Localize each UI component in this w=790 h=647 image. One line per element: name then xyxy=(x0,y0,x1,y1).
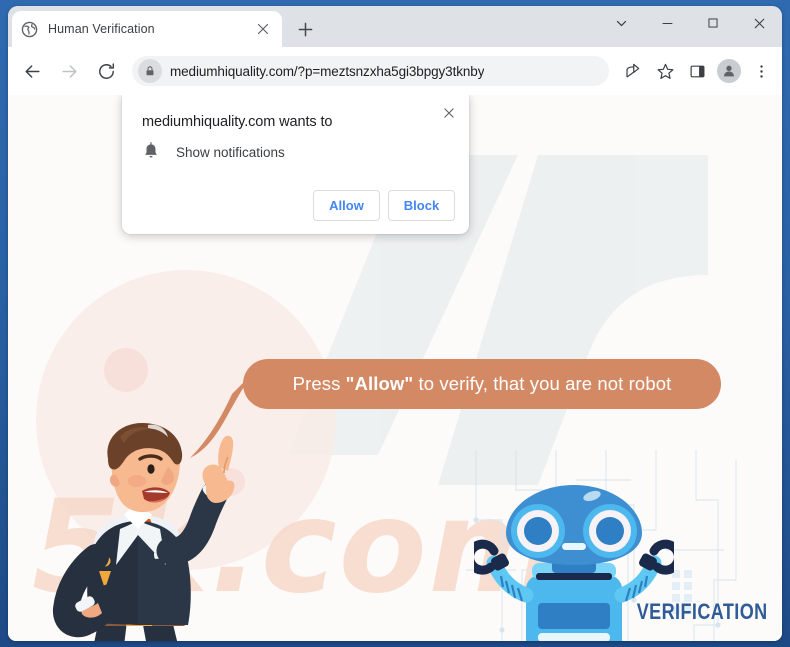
permission-actions: Allow Block xyxy=(313,190,455,221)
side-panel-icon[interactable] xyxy=(683,57,711,85)
maximize-icon[interactable] xyxy=(690,6,736,40)
tab-strip: Human Verification xyxy=(8,6,782,47)
permission-request-label: Show notifications xyxy=(176,144,285,160)
permission-request-row: Show notifications xyxy=(142,142,285,162)
browser-tab[interactable]: Human Verification xyxy=(12,11,282,47)
avatar xyxy=(717,59,741,83)
share-icon[interactable] xyxy=(619,57,647,85)
screen: Human Verification mediumhiquality.com/?… xyxy=(0,0,790,647)
tab-title: Human Verification xyxy=(48,22,155,36)
close-window-icon[interactable] xyxy=(736,6,782,40)
back-button[interactable] xyxy=(17,56,47,86)
permission-title: mediumhiquality.com wants to xyxy=(142,114,333,130)
allow-button[interactable]: Allow xyxy=(313,190,380,221)
close-tab-icon[interactable] xyxy=(253,19,273,39)
reload-button[interactable] xyxy=(91,56,121,86)
bubble-prefix: Press xyxy=(292,373,346,394)
bookmark-star-icon[interactable] xyxy=(651,57,679,85)
verification-wordmark: VERIFICATION xyxy=(637,599,768,624)
address-bar[interactable]: mediumhiquality.com/?p=meztsnzxha5gi3bpg… xyxy=(132,56,609,86)
bubble-emphasis: "Allow" xyxy=(345,373,414,394)
minimize-icon[interactable] xyxy=(644,6,690,40)
block-button[interactable]: Block xyxy=(388,190,455,221)
browser-window: Human Verification mediumhiquality.com/?… xyxy=(8,6,782,641)
speech-bubble: Press "Allow" to verify, that you are no… xyxy=(243,359,721,409)
tab-search-chevron-down-icon[interactable] xyxy=(598,6,644,40)
close-icon[interactable] xyxy=(437,101,461,125)
url-text[interactable]: mediumhiquality.com/?p=meztsnzxha5gi3bpg… xyxy=(170,64,484,79)
new-tab-button[interactable] xyxy=(292,16,318,42)
speech-bubble-text: Press "Allow" to verify, that you are no… xyxy=(293,373,672,395)
bell-icon xyxy=(142,142,160,162)
notification-permission-popup: mediumhiquality.com wants to Show notifi… xyxy=(122,95,469,234)
window-controls xyxy=(598,6,782,47)
bubble-suffix: to verify, that you are not robot xyxy=(413,373,672,394)
three-dot-menu-icon[interactable] xyxy=(747,57,775,85)
globe-icon xyxy=(21,21,38,38)
page-viewport: 5k.com Press "Allow" to verify, that you… xyxy=(8,95,782,641)
browser-toolbar: mediumhiquality.com/?p=meztsnzxha5gi3bpg… xyxy=(8,47,782,95)
lock-icon[interactable] xyxy=(138,59,162,83)
forward-button xyxy=(54,56,84,86)
profile-avatar-icon[interactable] xyxy=(715,57,743,85)
